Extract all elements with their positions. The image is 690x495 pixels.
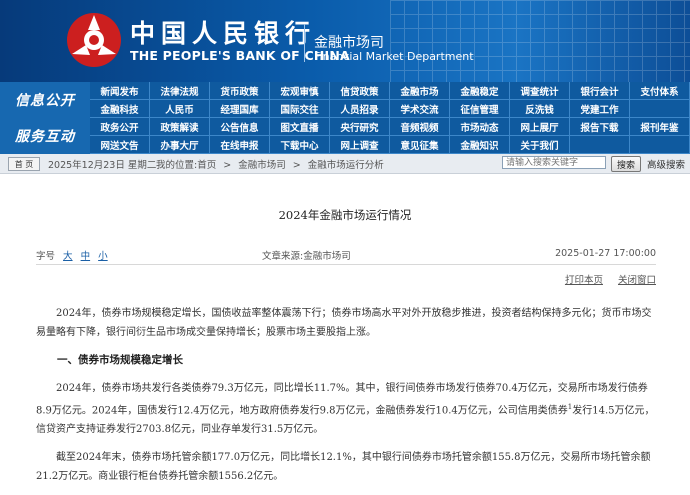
pboc-emblem-icon (67, 13, 121, 67)
nav-link[interactable]: 宏观审慎 (270, 82, 330, 100)
nav-link[interactable]: 在线申报 (210, 136, 270, 154)
close-window-link[interactable]: 关闭窗口 (618, 275, 656, 286)
header-pattern (390, 0, 690, 82)
nav-link[interactable]: 国际交往 (270, 100, 330, 118)
nav-link[interactable]: 报刊年鉴 (630, 118, 690, 136)
article-body: 2024年，债券市场规模稳定增长，国债收益率整体震荡下行；债券市场高水平对外开放… (36, 304, 656, 495)
article: 2024年金融市场运行情况 字号 大 中 小 文章来源:金融市场司 2025-0… (0, 174, 690, 490)
nav-link[interactable]: 新闻发布 (90, 82, 150, 100)
nav-link[interactable]: 金融科技 (90, 100, 150, 118)
nav-link[interactable]: 音频视频 (390, 118, 450, 136)
nav-link[interactable]: 网上展厅 (510, 118, 570, 136)
nav-link[interactable]: 银行会计 (570, 82, 630, 100)
breadcrumb-home[interactable]: 我的位置:首页 (156, 160, 216, 171)
paragraph-text: 2024年，债券市场共发行各类债券79.3万亿元，同比增长11.7%。其中，银行… (36, 383, 648, 417)
nav-link[interactable]: 人民币 (150, 100, 210, 118)
nav-label-info-disclosure: 信息公开 (0, 82, 90, 119)
paragraph: 截至2024年末，债券市场托管余额177.0万亿元，同比增长12.1%，其中银行… (36, 452, 651, 483)
main-nav: 信息公开 服务互动 新闻发布 法律法规 货币政策 宏观审慎 信贷政策 金融市场 … (0, 82, 690, 154)
nav-link-empty (630, 136, 690, 154)
font-size-medium[interactable]: 中 (81, 251, 91, 262)
article-title: 2024年金融市场运行情况 (278, 208, 412, 222)
breadcrumb-section[interactable]: 金融市场运行分析 (308, 160, 384, 171)
nav-link[interactable]: 网送文告 (90, 136, 150, 154)
nav-link[interactable]: 政策解读 (150, 118, 210, 136)
nav-link[interactable]: 反洗钱 (510, 100, 570, 118)
nav-link[interactable]: 下载中心 (270, 136, 330, 154)
nav-link[interactable]: 市场动态 (450, 118, 510, 136)
nav-link[interactable]: 报告下载 (570, 118, 630, 136)
nav-link[interactable]: 意见征集 (390, 136, 450, 154)
breadcrumb-dept[interactable]: 金融市场司 (238, 160, 286, 171)
nav-link[interactable]: 央行研究 (330, 118, 390, 136)
nav-link[interactable]: 网上调查 (330, 136, 390, 154)
paragraph: 2024年，债券市场规模稳定增长，国债收益率整体震荡下行；债券市场高水平对外开放… (36, 308, 652, 338)
nav-link[interactable]: 公告信息 (210, 118, 270, 136)
nav-link[interactable]: 法律法规 (150, 82, 210, 100)
nav-link[interactable]: 人员招录 (330, 100, 390, 118)
nav-link[interactable]: 办事大厅 (150, 136, 210, 154)
nav-link[interactable]: 党建工作 (570, 100, 630, 118)
nav-link[interactable]: 金融知识 (450, 136, 510, 154)
breadcrumb: 我的位置:首页 > 金融市场司 > 金融市场运行分析 (156, 157, 388, 171)
nav-grid: 新闻发布 法律法规 货币政策 宏观审慎 信贷政策 金融市场 金融稳定 调查统计 … (90, 82, 690, 154)
article-source: 文章来源:金融市场司 (262, 251, 351, 262)
font-size-controls: 字号 大 中 小 (36, 248, 113, 262)
section-heading: 一、债券市场规模稳定增长 (57, 354, 183, 366)
nav-link[interactable]: 支付体系 (630, 82, 690, 100)
site-header: 中国人民银行 THE PEOPLE'S BANK OF CHINA 金融市场司 … (0, 0, 690, 82)
dept-name-cn: 金融市场司 (314, 35, 384, 51)
article-timestamp: 2025-01-27 17:00:00 (555, 248, 656, 259)
meta-divider (36, 264, 656, 265)
nav-link[interactable]: 货币政策 (210, 82, 270, 100)
nav-link[interactable]: 金融稳定 (450, 82, 510, 100)
search-input[interactable] (502, 156, 606, 169)
header-divider (304, 24, 305, 62)
font-size-large[interactable]: 大 (63, 251, 73, 262)
breadcrumb-separator: > (223, 160, 232, 171)
font-size-label: 字号 (36, 251, 56, 262)
nav-link[interactable]: 图文直播 (270, 118, 330, 136)
print-link[interactable]: 打印本页 (565, 275, 603, 286)
nav-link[interactable]: 信贷政策 (330, 82, 390, 100)
nav-link[interactable]: 政务公开 (90, 118, 150, 136)
bank-name-cn: 中国人民银行 (130, 19, 317, 48)
search-button[interactable]: 搜索 (611, 156, 641, 172)
article-meta: 字号 大 中 小 文章来源:金融市场司 2025-01-27 17:00:00 (36, 248, 656, 262)
nav-link-empty (570, 136, 630, 154)
breadcrumb-separator: > (292, 160, 301, 171)
nav-link[interactable]: 学术交流 (390, 100, 450, 118)
nav-link[interactable]: 调查统计 (510, 82, 570, 100)
nav-link[interactable]: 经理国库 (210, 100, 270, 118)
nav-link[interactable]: 金融市场 (390, 82, 450, 100)
font-size-small[interactable]: 小 (98, 251, 108, 262)
paragraph: 2024年，债券市场共发行各类债券79.3万亿元，同比增长11.7%。其中，银行… (36, 379, 656, 439)
nav-link[interactable]: 关于我们 (510, 136, 570, 154)
article-actions: 打印本页 关闭窗口 (553, 272, 656, 286)
home-button[interactable]: 首 页 (8, 157, 40, 171)
nav-link[interactable]: 征信管理 (450, 100, 510, 118)
current-date: 2025年12月23日 星期二 (48, 160, 157, 171)
advanced-search-link[interactable]: 高级搜索 (647, 157, 685, 171)
dept-name-en: Financial Market Department (314, 50, 474, 63)
nav-label-service-interaction: 服务互动 (0, 118, 90, 154)
nav-link-empty (630, 100, 690, 118)
info-bar: 首 页 2025年12月23日 星期二 我的位置:首页 > 金融市场司 > 金融… (0, 154, 690, 174)
